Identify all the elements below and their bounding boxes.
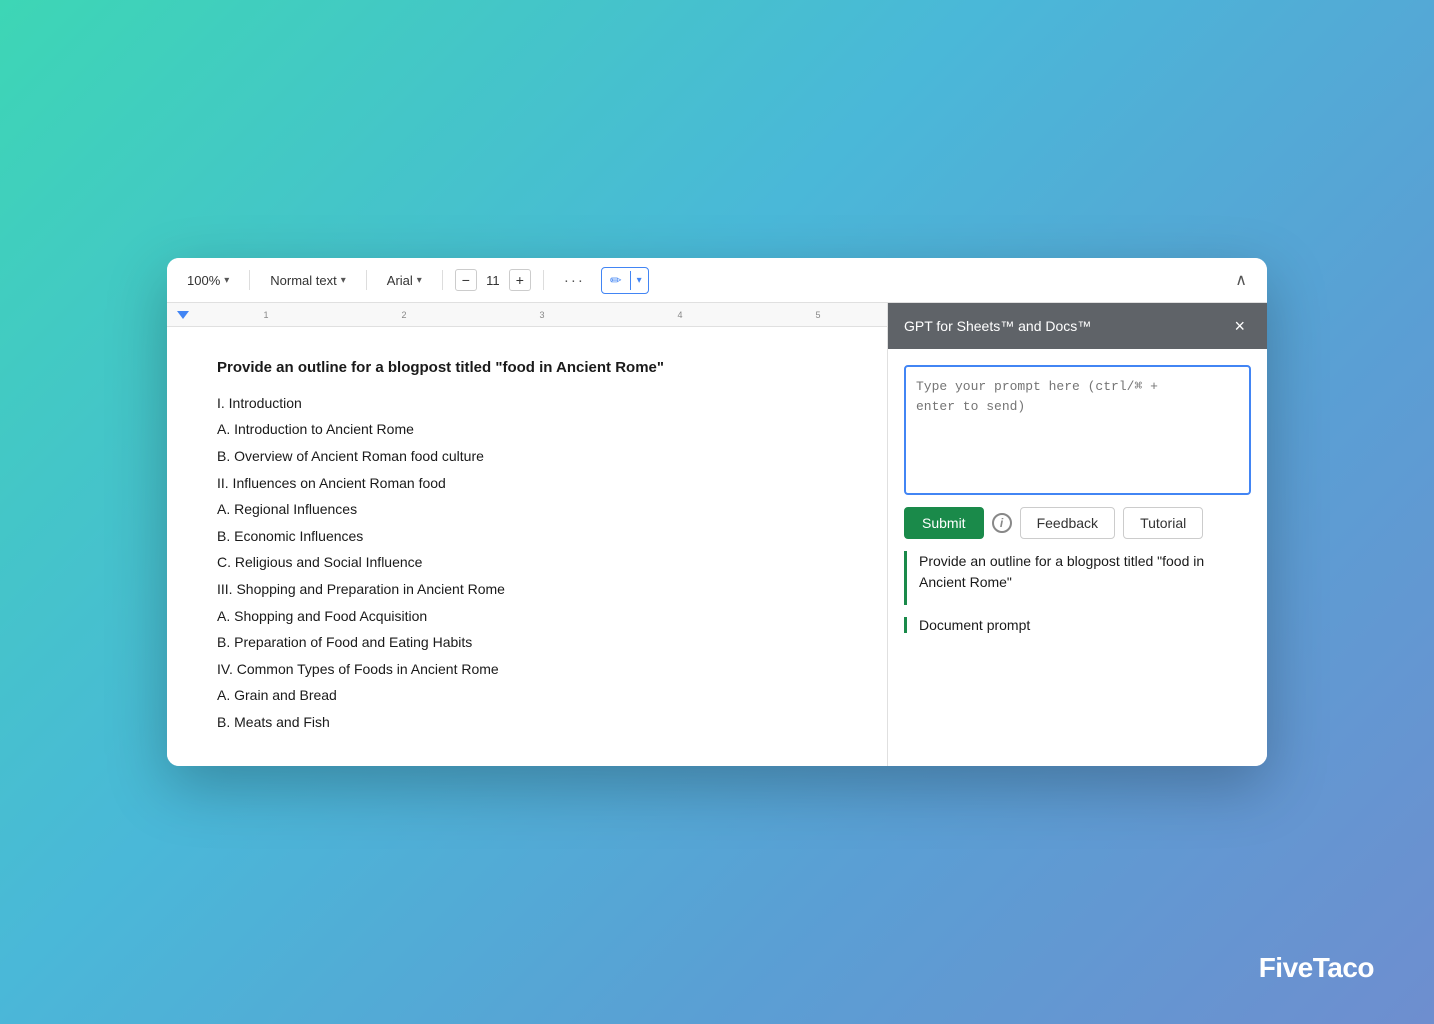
font-arrow: ▾ [417,275,422,286]
fivetaco-text: FiveTaco [1259,952,1374,983]
zoom-label: 100% [187,273,220,288]
info-icon[interactable]: i [992,513,1012,533]
font-size-increase-btn[interactable]: + [509,269,531,291]
doc-heading: Provide an outline for a blogpost titled… [217,357,837,380]
doc-prompt-text: Document prompt [919,617,1251,633]
feedback-btn[interactable]: Feedback [1020,507,1115,539]
outline-item: C. Religious and Social Influence [217,549,837,576]
ruler-mark-5: 5 [749,310,887,320]
sidebar-body: Submit i Feedback Tutorial Provide an ou… [888,349,1267,765]
collapse-btn[interactable]: ∧ [1227,266,1255,294]
outline-item: A. Grain and Bread [217,682,837,709]
ruler-mark-3: 3 [473,310,611,320]
info-label: i [1000,516,1003,530]
pencil-btn[interactable]: ✏ [602,268,630,293]
outline-item: A. Shopping and Food Acquisition [217,603,837,630]
more-options-btn[interactable]: ··· [556,268,593,293]
outline-item: IV. Common Types of Foods in Ancient Rom… [217,656,837,683]
sidebar-actions: Submit i Feedback Tutorial [904,507,1251,539]
document-area: 1 2 3 4 5 Provide an outline for a blogp… [167,303,887,765]
font-size-decrease-btn[interactable]: − [455,269,477,291]
text-style-dropdown[interactable]: Normal text ▾ [262,269,354,292]
doc-outline: I. IntroductionA. Introduction to Ancien… [217,390,837,736]
outline-item: A. Regional Influences [217,496,837,523]
ruler-mark-2: 2 [335,310,473,320]
sidebar-panel: GPT for Sheets™ and Docs™ × Submit i Fee… [887,303,1267,765]
doc-prompt-section: Document prompt [904,617,1251,633]
outline-item: B. Overview of Ancient Roman food cultur… [217,443,837,470]
font-size-increase-icon: + [516,272,524,288]
document-content[interactable]: Provide an outline for a blogpost titled… [167,327,887,765]
font-size-group: − 11 + [455,269,531,291]
divider-3 [442,270,443,290]
ruler: 1 2 3 4 5 [167,303,887,327]
font-label: Arial [387,273,413,288]
main-content: 1 2 3 4 5 Provide an outline for a blogp… [167,303,1267,765]
prompt-history: Provide an outline for a blogpost titled… [904,551,1251,605]
zoom-group: 100% ▾ [179,269,237,292]
ruler-mark-4: 4 [611,310,749,320]
outline-item: B. Economic Influences [217,523,837,550]
tutorial-btn[interactable]: Tutorial [1123,507,1203,539]
outline-item: A. Introduction to Ancient Rome [217,416,837,443]
zoom-arrow: ▾ [224,275,229,286]
submit-btn[interactable]: Submit [904,507,984,539]
font-size-decrease-icon: − [462,272,470,288]
fivetaco-logo: FiveTaco [1259,952,1374,984]
sidebar-close-btn[interactable]: × [1228,315,1251,337]
outline-item: B. Meats and Fish [217,709,837,736]
edit-mode-btn: ✏ ▾ [601,267,649,294]
app-window: 100% ▾ Normal text ▾ Arial ▾ − 11 + · [167,258,1267,765]
ruler-marks: 1 2 3 4 5 [177,310,887,320]
text-style-arrow: ▾ [341,275,346,286]
outline-item: I. Introduction [217,390,837,417]
pencil-icon: ✏ [610,272,622,288]
sidebar-title: GPT for Sheets™ and Docs™ [904,318,1091,334]
collapse-icon: ∧ [1235,272,1247,289]
divider-1 [249,270,250,290]
divider-2 [366,270,367,290]
sidebar-header: GPT for Sheets™ and Docs™ × [888,303,1267,349]
font-dropdown[interactable]: Arial ▾ [379,269,430,292]
prompt-history-text: Provide an outline for a blogpost titled… [919,551,1251,593]
ruler-triangle [177,311,189,319]
divider-4 [543,270,544,290]
ruler-mark-1: 1 [197,310,335,320]
edit-dropdown-btn[interactable]: ▾ [630,271,648,290]
outline-item: II. Influences on Ancient Roman food [217,470,837,497]
edit-dropdown-arrow: ▾ [637,275,642,286]
outline-item: III. Shopping and Preparation in Ancient… [217,576,837,603]
outline-item: B. Preparation of Food and Eating Habits [217,629,837,656]
text-style-label: Normal text [270,273,336,288]
prompt-textarea[interactable] [904,365,1251,495]
zoom-dropdown[interactable]: 100% ▾ [179,269,237,292]
more-options-icon: ··· [564,272,585,289]
font-size-value: 11 [483,273,503,288]
toolbar: 100% ▾ Normal text ▾ Arial ▾ − 11 + · [167,258,1267,303]
